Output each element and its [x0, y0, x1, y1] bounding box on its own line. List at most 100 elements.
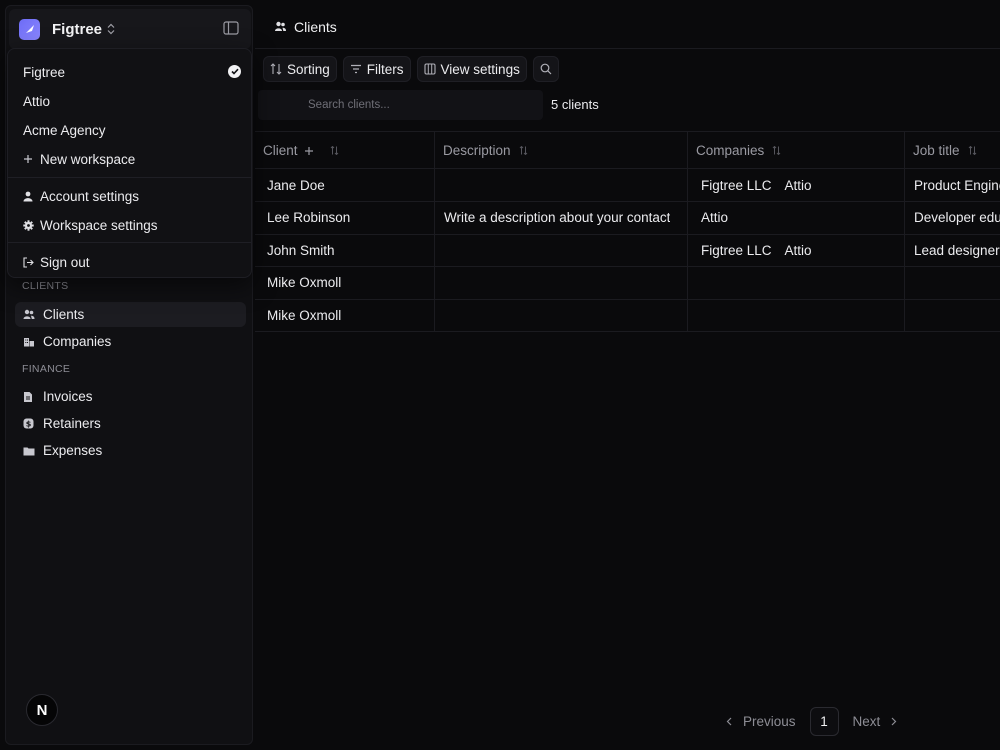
- cell-client[interactable]: Mike Oxmoll: [255, 266, 435, 299]
- sidebar-toggle-icon[interactable]: [223, 21, 239, 35]
- table-row[interactable]: Jane Doe Figtree LLC Attio Product Engineer: [255, 169, 1000, 202]
- table-row[interactable]: Mike Oxmoll: [255, 299, 1000, 333]
- cell-job-title[interactable]: [905, 299, 1000, 331]
- add-column-icon[interactable]: [304, 146, 314, 156]
- page-number-button[interactable]: 1: [809, 707, 839, 736]
- cell-client[interactable]: Lee Robinson: [255, 201, 435, 234]
- cell-job-title[interactable]: Product Engineer: [905, 169, 1000, 201]
- cell-companies[interactable]: Attio: [688, 201, 905, 234]
- column-header-label: Job title: [913, 143, 960, 158]
- cell-job-title[interactable]: [905, 267, 1000, 299]
- search-button[interactable]: [532, 56, 559, 82]
- building-icon: [23, 336, 39, 347]
- workspace-switcher[interactable]: Figtree: [9, 9, 251, 49]
- next-label: Next: [852, 714, 881, 729]
- chevron-right-icon: [891, 717, 897, 726]
- workspace-menu: Figtree Attio Acme Agency New workspace …: [7, 48, 252, 278]
- sidebar-item-invoices[interactable]: Invoices: [15, 384, 246, 409]
- cell-description[interactable]: [435, 299, 688, 332]
- menu-item-account-settings[interactable]: Account settings: [8, 183, 251, 209]
- table-row[interactable]: Lee Robinson Write a description about yo…: [255, 201, 1000, 235]
- user-avatar[interactable]: N: [26, 694, 58, 726]
- cell-description[interactable]: Write a description about your contact: [435, 201, 688, 234]
- cell-job-title[interactable]: Developer educator: [905, 202, 1000, 234]
- users-icon: [274, 21, 287, 32]
- sort-arrows-icon[interactable]: [330, 146, 339, 155]
- search-icon: [540, 63, 552, 75]
- cell-text: Lead designer: [914, 242, 1000, 258]
- next-page-button[interactable]: Next: [853, 714, 898, 729]
- sort-icon: [270, 63, 282, 75]
- menu-item-label: Workspace settings: [40, 217, 158, 233]
- column-header-label: Client: [263, 143, 298, 158]
- cell-text: John Smith: [267, 242, 335, 258]
- column-header-client[interactable]: Client: [255, 132, 435, 169]
- sort-arrows-icon[interactable]: [519, 146, 528, 155]
- cell-companies[interactable]: [688, 299, 905, 332]
- search-bar: [258, 90, 543, 120]
- table-row[interactable]: John Smith Figtree LLC Attio Lead designer: [255, 234, 1000, 268]
- page-title: Clients: [294, 18, 337, 35]
- sidebar-item-expenses[interactable]: Expenses: [15, 438, 246, 463]
- view-settings-button[interactable]: View settings: [416, 56, 527, 82]
- company-tag[interactable]: Attio: [785, 178, 812, 193]
- file-icon: [23, 391, 39, 403]
- cell-job-title[interactable]: Lead designer: [905, 234, 1000, 266]
- previous-label: Previous: [743, 714, 796, 729]
- menu-item-label: Account settings: [40, 188, 140, 204]
- previous-page-button[interactable]: Previous: [726, 714, 796, 729]
- table-row[interactable]: Mike Oxmoll: [255, 266, 1000, 300]
- user-icon: [23, 191, 36, 202]
- sort-arrows-icon[interactable]: [772, 146, 781, 155]
- cell-companies[interactable]: [688, 266, 905, 299]
- view-settings-label: View settings: [440, 61, 520, 77]
- menu-item-workspace-acme[interactable]: Acme Agency: [8, 117, 251, 143]
- cell-description[interactable]: [435, 234, 688, 267]
- sort-arrows-icon[interactable]: [968, 146, 977, 155]
- menu-item-workspace-attio[interactable]: Attio: [8, 88, 251, 114]
- company-tag[interactable]: Figtree LLC: [701, 243, 772, 258]
- cell-companies[interactable]: Figtree LLC Attio: [688, 169, 905, 201]
- sidebar-item-clients[interactable]: Clients: [15, 302, 246, 327]
- pagination: Previous 1 Next: [726, 707, 897, 736]
- cell-client[interactable]: Mike Oxmoll: [255, 299, 435, 332]
- column-header-companies[interactable]: Companies: [688, 132, 905, 169]
- menu-item-label: New workspace: [40, 151, 136, 167]
- sidebar-item-retainers[interactable]: $ Retainers: [15, 411, 246, 436]
- sidebar-item-label: Invoices: [43, 389, 93, 404]
- cell-client[interactable]: Jane Doe: [255, 169, 435, 201]
- menu-divider: [8, 177, 251, 178]
- column-header-description[interactable]: Description: [435, 132, 688, 169]
- svg-text:$: $: [26, 419, 32, 428]
- columns-icon: [423, 63, 436, 75]
- menu-item-new-workspace[interactable]: New workspace: [8, 146, 251, 172]
- menu-item-workspace-figtree[interactable]: Figtree: [8, 59, 251, 85]
- cell-description[interactable]: [435, 169, 688, 201]
- cell-description[interactable]: [435, 266, 688, 299]
- filters-button[interactable]: Filters: [342, 56, 411, 82]
- menu-item-workspace-settings[interactable]: Workspace settings: [8, 212, 251, 238]
- cell-client[interactable]: John Smith: [255, 234, 435, 267]
- company-tag[interactable]: Attio: [701, 210, 728, 225]
- menu-item-sign-out[interactable]: Sign out: [8, 249, 251, 275]
- search-input[interactable]: [308, 90, 528, 120]
- table-toolbar: Sorting Filters View settings: [263, 56, 559, 82]
- filters-label: Filters: [366, 61, 404, 77]
- client-count: 5 clients: [551, 97, 599, 112]
- page-header: Clients: [255, 5, 1000, 49]
- workspace-name: Figtree: [52, 20, 103, 38]
- cell-text: Write a description about your contact: [444, 210, 671, 226]
- company-tag[interactable]: Figtree LLC: [701, 178, 772, 193]
- sidebar-item-companies[interactable]: Companies: [15, 329, 246, 354]
- cell-text: Mike Oxmoll: [267, 275, 342, 291]
- cell-companies[interactable]: Figtree LLC Attio: [688, 234, 905, 267]
- column-header-job-title[interactable]: Job title: [905, 132, 1000, 169]
- menu-divider: [8, 242, 251, 243]
- users-icon: [23, 309, 39, 320]
- sidebar-item-label: Companies: [43, 334, 112, 349]
- menu-item-label: Sign out: [40, 254, 90, 270]
- menu-item-label: Attio: [23, 93, 51, 109]
- company-tag[interactable]: Attio: [785, 243, 812, 258]
- sidebar-item-label: Retainers: [43, 416, 101, 431]
- sorting-button[interactable]: Sorting: [263, 56, 337, 82]
